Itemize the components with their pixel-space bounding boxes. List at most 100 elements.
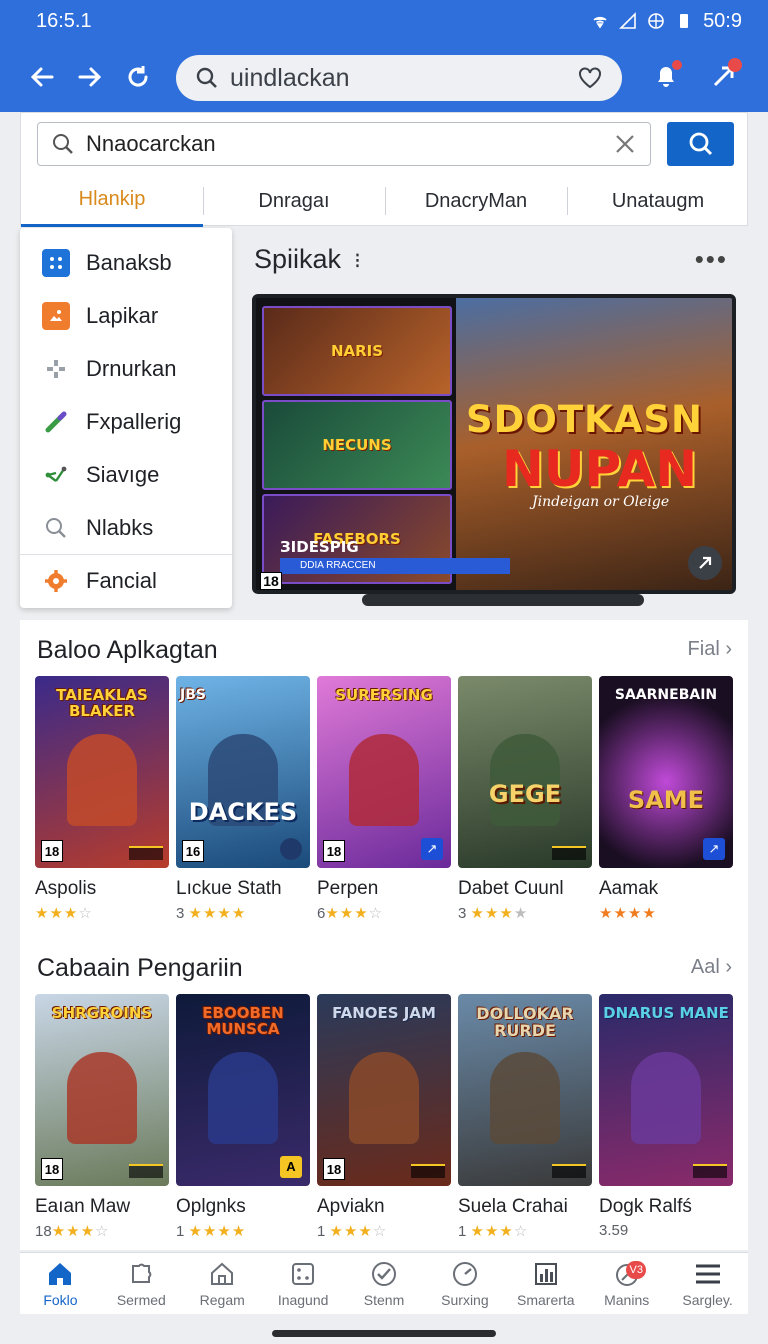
section-see-all-link[interactable]: Aal › [691,956,732,979]
game-card[interactable]: FANOES JAM 18 Apviakn 1 ★★★☆ [317,994,451,1240]
cover-hero [67,1052,137,1144]
address-bar[interactable]: uindlackan [176,55,622,101]
bottom-navigation: Foklo Sermed Regam Inagund Stenm Surxing… [20,1252,748,1314]
cover-hero [208,1052,278,1144]
cover-title: SHRGROINS [51,1004,153,1022]
menu-item-siavige[interactable]: Siavıge [20,448,232,501]
banner-thumb[interactable]: NECUNS [262,400,452,490]
nav-item-sermed[interactable]: Sermed [101,1253,182,1314]
chart-icon [532,1260,560,1288]
menu-item-label: Fancial [86,568,157,593]
cover-hero [631,1052,701,1144]
reload-button[interactable] [116,55,160,99]
nav-item-label: Sermed [116,1291,166,1308]
game-card[interactable]: DNARUS MANE Dogk Ralfś 3.59 [599,994,733,1240]
star-icon: ★★★ [470,905,514,922]
cover-hero [490,1052,560,1144]
notification-dot [672,60,682,70]
category-tabs: Hlankip Dnragaı DnacryMan Unataugm [21,175,749,227]
game-name: Oplgnks [176,1196,246,1217]
grid-icon [42,248,70,277]
close-icon[interactable] [614,133,636,155]
nav-item-smarerta[interactable]: Smarerta [505,1253,586,1314]
reload-icon [128,66,148,87]
nav-item-surxing[interactable]: Surxing [424,1253,505,1314]
banner-strip-title: ЗIDESPIG [280,538,359,556]
rating-count: 1 [176,1223,185,1240]
game-card[interactable]: SAARNEBAIN SAME ↗ Aamak ★★★★ [599,676,733,922]
nav-item-inagund[interactable]: Inagund [263,1253,344,1314]
menu-icon [693,1260,723,1288]
game-card[interactable]: TAIEAKLAS BLAKER 18 Aspolis ★★★☆ [35,676,169,922]
arrow-left-icon [30,67,54,87]
feature-title: Spiikak [254,244,342,274]
publisher-logo [280,838,302,860]
back-button[interactable] [20,55,64,99]
game-card[interactable]: SURERSING 18 ↗ Perpen 6★★★☆ [317,676,451,922]
section-cabaain: Cabaain Pengariin Aal › SHRGROINS 18 Eaı… [20,938,748,1250]
search-icon [689,132,712,156]
age-rating-badge: 16 [182,840,204,862]
game-card[interactable]: JBS DACKES 16 Lıckue Stath 3 ★★★★ [176,676,310,922]
notifications-button[interactable] [644,54,688,98]
tab-dnacryman[interactable]: DnacryMan [385,175,567,227]
game-card[interactable]: SHRGROINS 18 Eaıan Maw 18★★★☆ [35,994,169,1240]
age-rating-badge: 18 [323,840,345,862]
publisher-logo: ↗ [703,838,725,860]
star-empty-icon: ☆ [78,905,92,922]
game-name: Suela Crahai [458,1196,568,1217]
menu-item-nlabks[interactable]: Nlabks [20,501,232,554]
tab-unataugm[interactable]: Unataugm [567,175,749,227]
game-cover: TAIEAKLAS BLAKER 18 [35,676,169,868]
age-rating-badge: 18 [41,1158,63,1180]
feature-options-icon[interactable]: ⁝ [354,248,361,274]
star-icon: ★★★★ [188,1223,247,1240]
menu-item-fancial[interactable]: Fancial [20,554,232,607]
game-card[interactable]: EBOOBEN MUNSCA A Oplgnks 1 ★★★★ [176,994,310,1240]
expand-button[interactable] [688,546,722,580]
home-indicator[interactable] [272,1330,496,1337]
section-see-all-link[interactable]: Fial › [688,638,732,661]
more-options-icon[interactable]: ••• [695,244,728,275]
nav-item-label: Foklo [43,1291,78,1308]
forward-button[interactable] [68,55,112,99]
share-button[interactable] [702,54,746,98]
banner-headline: SDOTKASN [466,398,703,441]
search-input[interactable]: Nnaocarckan [37,122,651,166]
publisher-logo [693,1164,727,1178]
nav-item-label: Inagund [277,1291,329,1308]
menu-item-drnurkan[interactable]: Drnurkan [20,342,232,395]
game-rating: 3 ★★★★ [176,904,310,922]
status-bar: 16:5.1 50:9 [0,0,768,42]
game-card[interactable]: GEGE Dabet Cuunl 3 ★★★★ [458,676,592,922]
menu-item-lapikar[interactable]: Lapikar [20,289,232,342]
publisher-logo [552,846,586,860]
tab-hlankip[interactable]: Hlankip [21,175,203,227]
cover-title: FANOES JAM [332,1004,436,1022]
nav-item-foklo[interactable]: Foklo [20,1253,101,1314]
gamepad-icon [42,355,70,383]
tab-dnragai[interactable]: Dnragaı [203,175,385,227]
publisher-logo [129,846,163,860]
nav-item-stenm[interactable]: Stenm [344,1253,425,1314]
nav-item-manins[interactable]: V3 Manins [586,1253,667,1314]
game-card[interactable]: DOLLOKAR RURDE Suela Crahai 1 ★★★☆ [458,994,592,1240]
rating-count: 18 [35,1223,52,1240]
share-badge [728,58,742,72]
game-rating: 1 ★★★☆ [317,1222,451,1240]
game-rating: 3.59 [599,1222,733,1239]
search-button[interactable] [667,122,734,166]
menu-item-banaksb[interactable]: Banaksb [20,236,232,289]
heart-icon[interactable] [578,67,602,89]
featured-banner[interactable]: NARIS NECUNS FASEBORS SDOTKASN NUPAN Jin… [252,294,736,594]
nav-item-regam[interactable]: Regam [182,1253,263,1314]
section-baloo: Baloo Aplkagtan Fial › TAIEAKLAS BLAKER … [20,620,748,938]
game-cover: SURERSING 18 ↗ [317,676,451,868]
search-icon [196,67,217,88]
cover-big-title: DACKES [188,798,298,826]
menu-item-fxpallerig[interactable]: Fxpallerig [20,395,232,448]
banner-strip-sub: DDIA RRACCEN [280,558,510,574]
banner-thumb[interactable]: NARIS [262,306,452,396]
nav-item-sargley[interactable]: Sargley. [667,1253,748,1314]
banner-thumb-title: NARIS [330,342,384,360]
